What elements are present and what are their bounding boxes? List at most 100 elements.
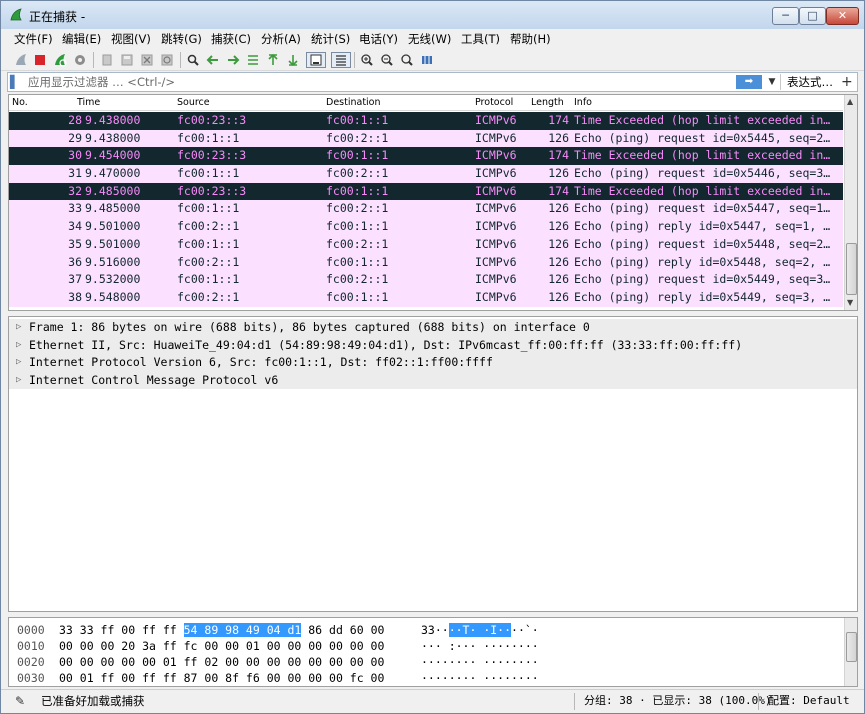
cell-info: Echo (ping) reply id=0x5449, seq=3, … [574, 289, 831, 304]
menu-tools[interactable]: 工具(T) [461, 31, 500, 47]
cell-info: Echo (ping) reply id=0x5447, seq=1, … [574, 219, 831, 234]
menu-capture[interactable]: 捕获(C) [211, 31, 251, 47]
byte-ascii: ········ ········ [421, 670, 539, 686]
byte-hex: 33 33 ff 00 ff ff 54 89 98 49 04 d1 86 d… [59, 622, 384, 638]
expand-triangle-icon[interactable]: ▷ [16, 337, 26, 355]
column-header-length[interactable]: Length [531, 97, 564, 108]
table-row[interactable]: 28 9.438000 fc00:23::3 fc00:1::1 ICMPv6 174 Ti… [9, 112, 843, 130]
packet-count-status: 分组: 38 · 已显示: 38 (100.0%) [584, 694, 772, 707]
column-header-destination[interactable]: Destination [326, 97, 381, 108]
table-row[interactable]: 35 9.501000 fc00:1::1 fc00:2::1 ICMPv6 126 Ech… [9, 235, 843, 254]
go-to-packet-icon[interactable] [245, 52, 261, 68]
close-file-icon[interactable] [139, 52, 155, 68]
cell-len: 126 [548, 254, 569, 269]
maximize-button[interactable]: □ [799, 7, 826, 25]
shark-fin-start-icon[interactable] [13, 52, 29, 68]
table-row[interactable]: 30 9.454000 fc00:23::3 fc00:1::1 ICMPv6 174 Ti… [9, 147, 843, 166]
bytes-scrollbar[interactable] [844, 618, 857, 686]
expand-triangle-icon[interactable]: ▷ [16, 372, 26, 390]
packet-list[interactable]: No. Time Source Destination Protocol Len… [8, 94, 858, 311]
detail-icmpv6[interactable]: ▷ Internet Control Message Protocol v6 [9, 371, 857, 390]
menu-statistics[interactable]: 统计(S) [311, 31, 350, 47]
detail-frame[interactable]: ▷ Frame 1: 86 bytes on wire (688 bits), … [9, 319, 857, 337]
scrollbar-thumb[interactable] [846, 243, 857, 295]
menu-wireless[interactable]: 无线(W) [408, 31, 451, 47]
packet-details[interactable]: ▷ Frame 1: 86 bytes on wire (688 bits), … [8, 316, 858, 612]
reload-icon[interactable] [159, 52, 175, 68]
table-row[interactable]: 32 9.485000 fc00:23::3 fc00:1::1 ICMPv6 174 Ti… [9, 182, 843, 201]
add-filter-button[interactable]: + [841, 74, 853, 90]
scroll-down-icon[interactable]: ▼ [847, 298, 853, 307]
cell-src: fc00:2::1 [177, 254, 240, 269]
byte-row[interactable]: 0020 00 00 00 00 00 01 ff 02 00 00 00 00 … [9, 654, 843, 670]
detail-ipv6[interactable]: ▷ Internet Protocol Version 6, Src: fc00… [9, 354, 857, 372]
restart-icon[interactable] [52, 52, 68, 68]
menu-go[interactable]: 跳转(G) [161, 31, 202, 47]
cell-time: 9.485000 [85, 183, 141, 198]
packet-bytes[interactable]: 0000 33 33 ff 00 ff ff 54 89 98 49 04 d1 … [8, 617, 858, 687]
menu-file[interactable]: 文件(F) [14, 31, 53, 47]
scroll-up-icon[interactable]: ▲ [847, 97, 853, 106]
options-gear-icon[interactable] [72, 52, 88, 68]
column-header-protocol[interactable]: Protocol [475, 97, 513, 108]
go-back-icon[interactable] [205, 52, 221, 68]
column-header-time[interactable]: Time [77, 97, 100, 108]
last-packet-icon[interactable] [285, 52, 301, 68]
zoom-out-icon[interactable] [379, 52, 395, 68]
detail-frame-text: Frame 1: 86 bytes on wire (688 bits), 86… [29, 320, 590, 334]
zoom-normal-icon[interactable] [399, 52, 415, 68]
display-filter-bar[interactable]: ▌ 应用显示过滤器 … <Ctrl-/> ➡ ▼ 表达式… [7, 72, 858, 92]
table-row[interactable]: 34 9.501000 fc00:2::1 fc00:1::1 ICMPv6 126 Ech… [9, 218, 843, 236]
detail-ethernet[interactable]: ▷ Ethernet II, Src: HuaweiTe_49:04:d1 (5… [9, 336, 857, 355]
expand-triangle-icon[interactable]: ▷ [16, 319, 26, 337]
cell-proto: ICMPv6 [475, 183, 517, 198]
colorize-icon[interactable] [331, 52, 351, 68]
table-row[interactable]: 31 9.470000 fc00:1::1 fc00:2::1 ICMPv6 126 Ech… [9, 165, 843, 183]
menu-edit[interactable]: 编辑(E) [62, 31, 101, 47]
cell-src: fc00:2::1 [177, 289, 240, 304]
byte-ascii-part: 33·· [421, 623, 449, 637]
menu-analyze[interactable]: 分析(A) [261, 31, 301, 47]
apply-filter-button[interactable]: ➡ [736, 75, 762, 89]
save-file-icon[interactable] [119, 52, 135, 68]
byte-row[interactable]: 0000 33 33 ff 00 ff ff 54 89 98 49 04 d1 … [9, 622, 843, 638]
byte-hex-part: 00 00 00 00 00 01 ff 02 00 00 00 00 00 0… [59, 655, 385, 669]
scrollbar-thumb[interactable] [846, 632, 857, 662]
table-row[interactable]: 38 9.548000 fc00:2::1 fc00:1::1 ICMPv6 126 Ech… [9, 288, 843, 307]
menu-help[interactable]: 帮助(H) [510, 31, 551, 47]
table-row[interactable]: 36 9.516000 fc00:2::1 fc00:1::1 ICMPv6 126 Ech… [9, 253, 843, 272]
byte-row[interactable]: 0010 00 00 00 20 3a ff fc 00 00 01 00 00 … [9, 638, 843, 654]
cell-time: 9.485000 [85, 201, 141, 216]
cell-no: 38 [68, 289, 82, 304]
expand-triangle-icon[interactable]: ▷ [16, 354, 26, 372]
menu-view[interactable]: 视图(V) [111, 31, 151, 47]
close-button[interactable]: ✕ [826, 7, 859, 25]
go-forward-icon[interactable] [225, 52, 241, 68]
menu-telephony[interactable]: 电话(Y) [359, 31, 398, 47]
byte-row[interactable]: 0030 00 01 ff 00 ff ff 87 00 8f f6 00 00 … [9, 670, 843, 686]
column-header-info[interactable]: Info [574, 97, 592, 108]
cell-time: 9.438000 [85, 113, 141, 127]
table-row[interactable]: 37 9.532000 fc00:1::1 fc00:2::1 ICMPv6 126 Ech… [9, 271, 843, 289]
column-header-source[interactable]: Source [177, 97, 210, 108]
table-row[interactable]: 29 9.438000 fc00:1::1 fc00:2::1 ICMPv6 126 Ech… [9, 129, 843, 148]
zoom-in-icon[interactable] [359, 52, 375, 68]
stop-icon[interactable] [32, 52, 48, 68]
autoscroll-icon[interactable] [306, 52, 326, 68]
open-file-icon[interactable] [99, 52, 115, 68]
cell-dst: fc00:2::1 [326, 201, 389, 216]
chevron-down-icon[interactable]: ▼ [766, 75, 778, 89]
minimize-button[interactable]: ─ [772, 7, 799, 25]
column-header-no[interactable]: No. [12, 97, 28, 108]
cell-no: 32 [68, 183, 82, 198]
table-row[interactable]: 33 9.485000 fc00:1::1 fc00:2::1 ICMPv6 126 Ech… [9, 200, 843, 219]
first-packet-icon[interactable] [265, 52, 281, 68]
cell-proto: ICMPv6 [475, 219, 517, 234]
display-filter-input[interactable]: 应用显示过滤器 … <Ctrl-/> [28, 75, 175, 89]
profile-status[interactable]: 配置: Default [768, 694, 850, 708]
expert-info-icon[interactable]: ✎ [15, 694, 29, 708]
bookmark-icon[interactable]: ▌ [10, 75, 22, 89]
resize-columns-icon[interactable] [419, 52, 435, 68]
find-icon[interactable] [185, 52, 201, 68]
packet-list-scrollbar[interactable]: ▲ ▼ [844, 95, 857, 310]
